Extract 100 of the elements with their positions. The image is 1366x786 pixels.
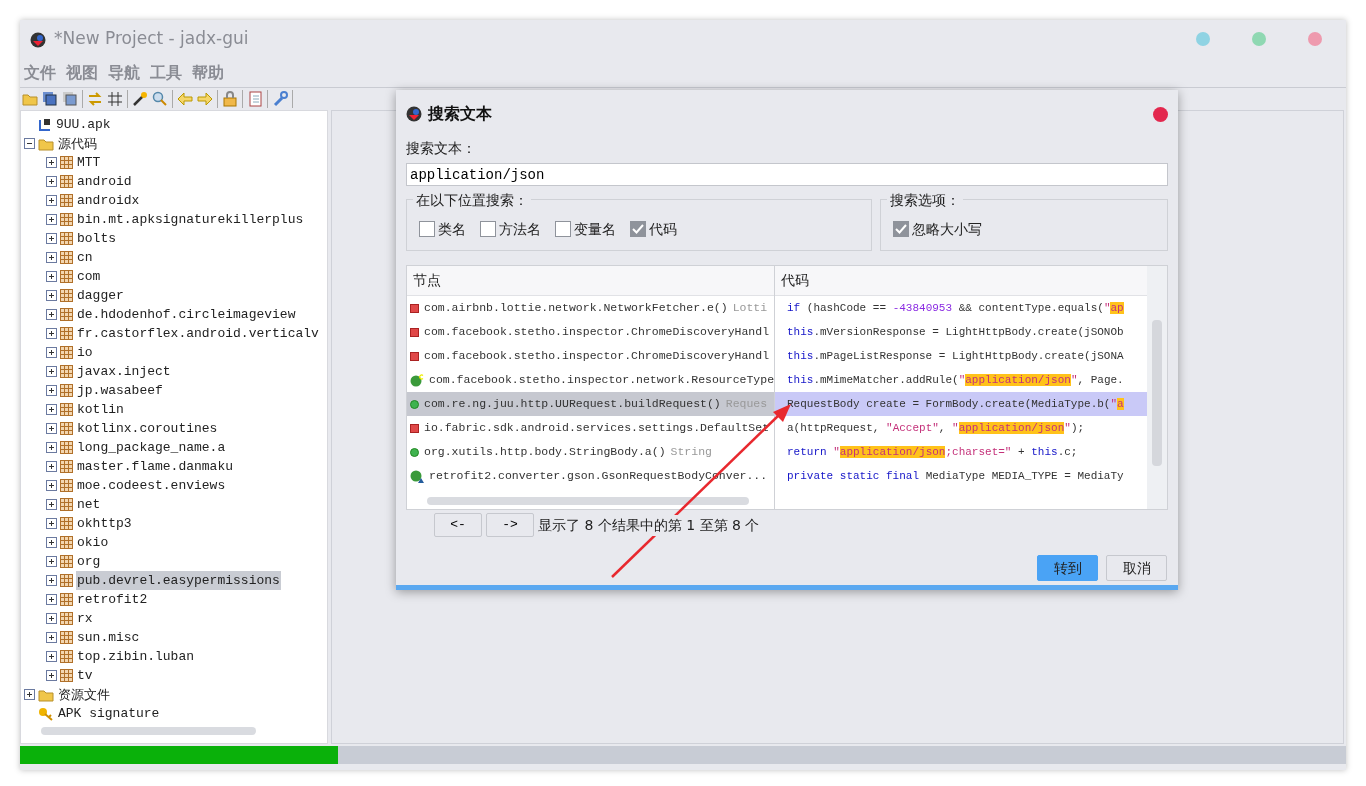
- expand-icon[interactable]: [46, 252, 57, 263]
- expand-icon[interactable]: [46, 214, 57, 225]
- expand-icon[interactable]: [46, 233, 57, 244]
- expand-icon[interactable]: [46, 499, 57, 510]
- previous-button[interactable]: <-: [434, 513, 482, 537]
- expand-icon[interactable]: [46, 613, 57, 624]
- tree-item[interactable]: kotlinx.coroutines: [76, 418, 219, 439]
- expand-icon[interactable]: [46, 670, 57, 681]
- expand-icon[interactable]: [46, 651, 57, 662]
- app-logo-icon: [406, 106, 422, 122]
- cancel-button[interactable]: 取消: [1106, 555, 1167, 581]
- collapse-icon[interactable]: [24, 138, 35, 149]
- search-field[interactable]: application/json: [406, 163, 1168, 186]
- horizontal-scrollbar[interactable]: [427, 497, 749, 505]
- expand-icon[interactable]: [46, 385, 57, 396]
- save-icon[interactable]: [42, 91, 58, 107]
- result-row[interactable]: com.facebook.stetho.inspector.network.ResourceType: [407, 368, 774, 392]
- tree-item[interactable]: rx: [76, 608, 94, 629]
- expand-icon[interactable]: [46, 176, 57, 187]
- expand-icon[interactable]: [46, 537, 57, 548]
- expand-icon[interactable]: [46, 442, 57, 453]
- horizontal-scrollbar[interactable]: [41, 727, 256, 735]
- tree-item[interactable]: com: [76, 266, 102, 287]
- tree-item[interactable]: kotlin: [76, 399, 125, 420]
- expand-icon[interactable]: [46, 594, 57, 605]
- type-hint: Lotti: [732, 300, 768, 317]
- code-line[interactable]: if (hashCode == -43840953 && contentType.equals("ap: [775, 296, 1147, 320]
- checkbox[interactable]: 忽略大小写: [893, 218, 982, 240]
- expand-icon[interactable]: [46, 556, 57, 567]
- lock-icon[interactable]: [222, 91, 238, 107]
- expand-icon[interactable]: [46, 157, 57, 168]
- close-button[interactable]: [1153, 106, 1168, 122]
- tree-item[interactable]: de.hdodenhof.circleimageview: [76, 304, 297, 325]
- tree-item[interactable]: pub.devrel.easypermissions: [76, 570, 281, 591]
- next-button[interactable]: ->: [486, 513, 534, 537]
- wrench-icon[interactable]: [272, 91, 288, 107]
- tree-item[interactable]: 资源文件: [57, 684, 111, 705]
- tree-item[interactable]: long_package_name.a: [76, 437, 227, 458]
- vertical-scrollbar[interactable]: [1147, 266, 1167, 509]
- tree-item[interactable]: io: [76, 342, 94, 363]
- checkbox[interactable]: 类名: [419, 218, 466, 240]
- expand-icon[interactable]: [46, 366, 57, 377]
- tree-item[interactable]: master.flame.danmaku: [76, 456, 235, 477]
- code-line[interactable]: a(httpRequest, "Accept", "application/json");: [775, 416, 1147, 440]
- expand-icon[interactable]: [46, 195, 57, 206]
- checkbox[interactable]: 代码: [630, 218, 677, 240]
- expand-icon[interactable]: [46, 518, 57, 529]
- apk-icon: [38, 117, 52, 132]
- tree-item[interactable]: moe.codeest.enviews: [76, 475, 227, 496]
- tree-item[interactable]: tv: [76, 665, 94, 686]
- expand-icon[interactable]: [46, 461, 57, 472]
- result-row[interactable]: com.facebook.stetho.inspector.ChromeDiscoveryHandl: [407, 320, 774, 344]
- save-icon[interactable]: [62, 91, 78, 107]
- tree-item[interactable]: retrofit2: [76, 589, 149, 610]
- expand-icon[interactable]: [46, 404, 57, 415]
- code-line[interactable]: this.mPageListResponse = LightHttpBody.create(jSONA: [775, 344, 1147, 368]
- tree-item[interactable]: jp.wasabeef: [76, 380, 164, 401]
- tree-item[interactable]: net: [76, 494, 102, 515]
- window-title: *New Project - jadx-gui: [54, 27, 249, 51]
- tree-item[interactable]: okhttp3: [76, 513, 133, 534]
- tree-item[interactable]: cn: [76, 247, 94, 268]
- expand-icon[interactable]: [46, 347, 57, 358]
- tree-item[interactable]: bolts: [76, 228, 117, 249]
- tree-item[interactable]: APK signature: [57, 703, 161, 724]
- tree-item[interactable]: dagger: [76, 285, 125, 306]
- tree-item[interactable]: okio: [76, 532, 110, 553]
- grid-icon[interactable]: [107, 91, 123, 107]
- expand-icon[interactable]: [46, 290, 57, 301]
- expand-icon[interactable]: [46, 309, 57, 320]
- expand-icon[interactable]: [24, 689, 35, 700]
- code-line[interactable]: this.mMimeMatcher.addRule("application/json", Page.: [775, 368, 1147, 392]
- tree-item[interactable]: top.zibin.luban: [76, 646, 196, 667]
- code-line[interactable]: return "application/json;charset=" + this.c;: [775, 440, 1147, 464]
- tree-item[interactable]: MTT: [76, 152, 102, 173]
- code-line[interactable]: private static final MediaType MEDIA_TYPE = MediaTy: [775, 464, 1147, 488]
- tree-item[interactable]: org: [76, 551, 102, 572]
- expand-icon[interactable]: [46, 480, 57, 491]
- expand-icon[interactable]: [46, 575, 57, 586]
- expand-icon[interactable]: [46, 423, 57, 434]
- go-to-button[interactable]: 转到: [1037, 555, 1098, 581]
- result-row[interactable]: com.facebook.stetho.inspector.ChromeDiscoveryHandl: [407, 344, 774, 368]
- tree-item[interactable]: javax.inject: [76, 361, 172, 382]
- tree-item[interactable]: sun.misc: [76, 627, 141, 648]
- tree-item[interactable]: fr.castorflex.android.verticalv: [76, 323, 320, 344]
- checkbox[interactable]: 变量名: [555, 218, 616, 240]
- tree-item[interactable]: 9UU.apk: [55, 114, 112, 135]
- result-row[interactable]: com.airbnb.lottie.network.NetworkFetcher.e() Lotti: [407, 296, 774, 320]
- tree-item[interactable]: android: [76, 171, 133, 192]
- tree-item[interactable]: androidx: [76, 190, 141, 211]
- tree-item[interactable]: 源代码: [57, 133, 98, 154]
- package-icon: [60, 289, 73, 302]
- checkbox[interactable]: 方法名: [480, 218, 541, 240]
- expand-icon[interactable]: [46, 271, 57, 282]
- result-row[interactable]: org.xutils.http.body.StringBody.a() String: [407, 440, 774, 464]
- tree-item[interactable]: bin.mt.apksignaturekillerplus: [76, 209, 305, 230]
- magic-wand-icon[interactable]: [132, 91, 148, 107]
- expand-icon[interactable]: [46, 632, 57, 643]
- expand-icon[interactable]: [46, 328, 57, 339]
- code-line[interactable]: this.mVersionResponse = LightHttpBody.create(jSONOb: [775, 320, 1147, 344]
- package-icon: [60, 441, 73, 454]
